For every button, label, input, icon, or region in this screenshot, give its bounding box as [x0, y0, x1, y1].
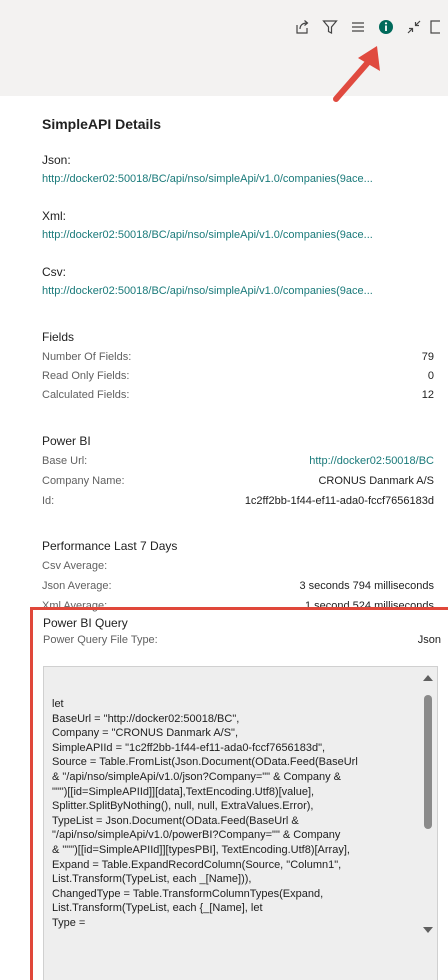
field-value: CRONUS Danmark A/S: [318, 475, 434, 487]
share-icon: [296, 20, 309, 34]
field-label: Read Only Fields:: [42, 370, 130, 382]
scroll-thumb[interactable]: [424, 695, 432, 829]
list-icon: [352, 22, 364, 32]
field-label: Company Name:: [42, 475, 125, 487]
factbox-toolbar: [288, 15, 448, 39]
list-button[interactable]: [344, 15, 372, 39]
fields-group-title: Fields: [42, 330, 75, 344]
query-file-type-value[interactable]: Json: [418, 634, 441, 646]
field-value: 12: [421, 389, 434, 401]
field-row: Company Name: CRONUS Danmark A/S: [42, 475, 434, 491]
csv-url-link[interactable]: http://docker02:50018/BC/api/nso/simpleA…: [42, 285, 440, 297]
query-title: Power BI Query: [43, 616, 128, 630]
json-label: Json:: [42, 153, 71, 167]
xml-label: Xml:: [42, 209, 66, 223]
collapse-button[interactable]: [400, 15, 428, 39]
field-label: Number Of Fields:: [42, 351, 132, 363]
xml-url-link[interactable]: http://docker02:50018/BC/api/nso/simpleA…: [42, 229, 440, 241]
query-file-type-label: Power Query File Type:: [43, 634, 158, 646]
field-value: 79: [421, 351, 434, 363]
scroll-up-arrow-icon[interactable]: [423, 675, 433, 681]
field-row: Base Url: http://docker02:50018/BC: [42, 455, 434, 471]
performance-group-title: Performance Last 7 Days: [42, 539, 178, 553]
query-code-textarea[interactable]: let BaseUrl = "http://docker02:50018/BC"…: [43, 666, 438, 980]
info-button[interactable]: [372, 15, 400, 39]
field-row: Json Average: 3 seconds 794 milliseconds: [42, 580, 434, 596]
annotation-arrow: [333, 46, 380, 102]
share-button[interactable]: [288, 15, 316, 39]
expand-button[interactable]: [428, 15, 448, 39]
field-row: Number Of Fields: 79: [42, 351, 434, 367]
csv-label: Csv:: [42, 265, 66, 279]
field-label: Json Average:: [42, 580, 112, 592]
expand-icon: [430, 20, 440, 34]
field-row: Read Only Fields: 0: [42, 370, 434, 386]
base-url-link[interactable]: http://docker02:50018/BC: [309, 455, 434, 471]
query-file-type-row: Power Query File Type: Json: [43, 634, 441, 646]
field-row: Id: 1c2ff2bb-1f44-ef11-ada0-fccf7656183d: [42, 495, 434, 511]
field-label: Csv Average:: [42, 560, 108, 572]
query-code-text: let BaseUrl = "http://docker02:50018/BC"…: [52, 698, 358, 929]
field-label: Base Url:: [42, 455, 88, 467]
field-row: Calculated Fields: 12: [42, 389, 434, 405]
field-value: 3 seconds 794 milliseconds: [299, 580, 434, 592]
scroll-down-arrow-icon[interactable]: [423, 927, 433, 933]
filter-button[interactable]: [316, 15, 344, 39]
json-url-link[interactable]: http://docker02:50018/BC/api/nso/simpleA…: [42, 173, 440, 185]
collapse-icon: [407, 20, 421, 34]
filter-icon: [322, 20, 338, 34]
field-row: Csv Average:: [42, 560, 434, 576]
field-value: 0: [427, 370, 434, 382]
powerbi-group-title: Power BI: [42, 434, 91, 448]
field-value: 1c2ff2bb-1f44-ef11-ada0-fccf7656183d: [244, 495, 434, 507]
field-label: Id:: [42, 495, 55, 507]
info-icon: [379, 20, 393, 34]
field-label: Calculated Fields:: [42, 389, 130, 401]
code-scrollbar[interactable]: [419, 667, 437, 980]
panel-title: SimpleAPI Details: [42, 116, 162, 132]
power-bi-query-section: Power BI Query Power Query File Type: Js…: [30, 607, 448, 980]
